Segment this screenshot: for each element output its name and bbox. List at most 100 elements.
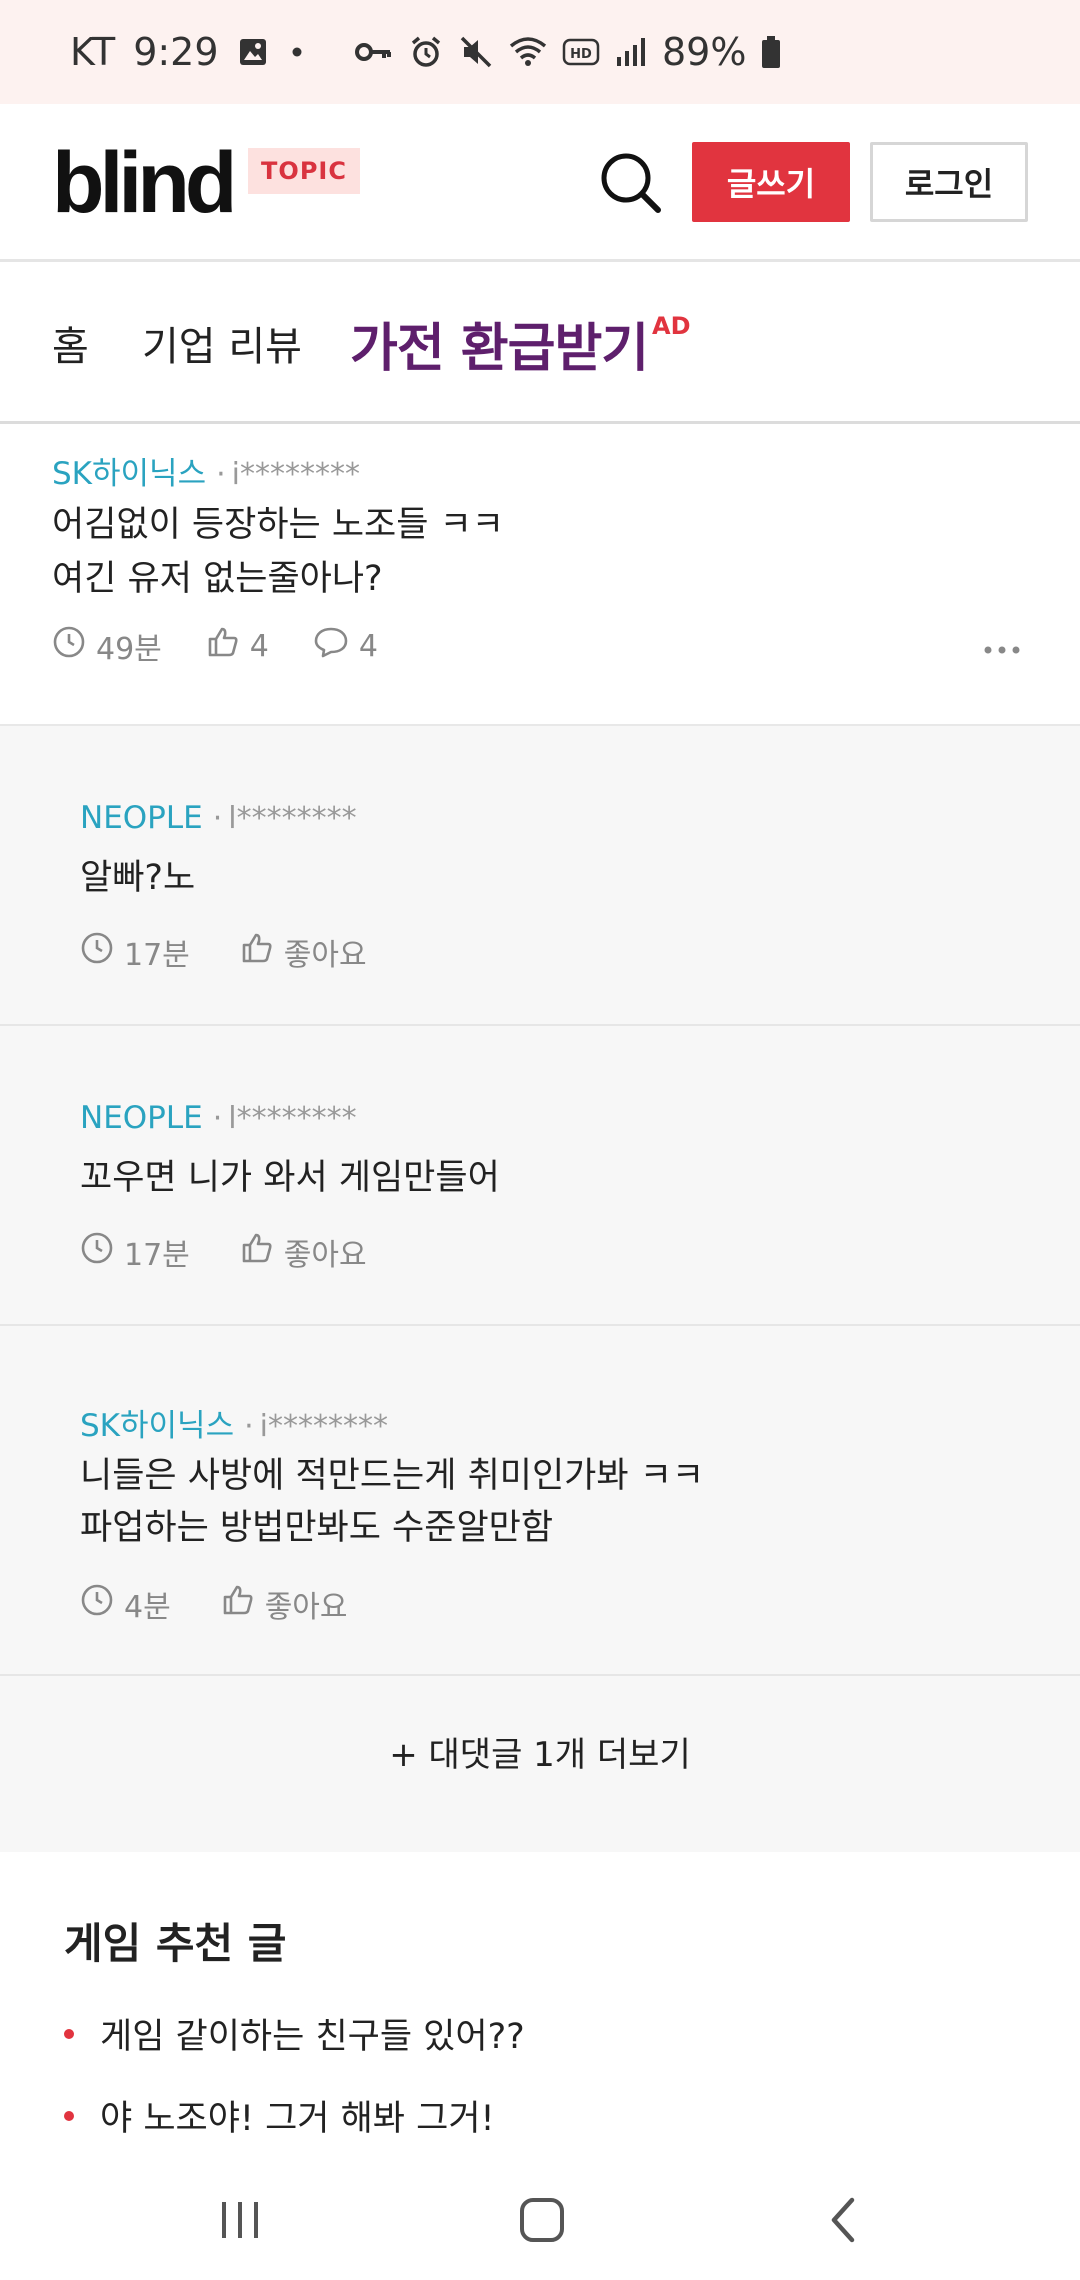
user-id: l********	[228, 1101, 357, 1136]
comment-item: NEOPLE · l******** 꼬우면 니가 와서 게임만들어 17분 좋…	[0, 1026, 1080, 1326]
topic-badge: TOPIC	[248, 148, 360, 194]
back-icon[interactable]	[812, 2188, 876, 2252]
more-replies-button[interactable]: + 대댓글 1개 더보기	[0, 1676, 1080, 1826]
recommended-link[interactable]: 야 노조야! 그거 해봐 그거!	[100, 2090, 495, 2141]
comment-time: 4분	[124, 1590, 171, 1625]
post-stats: 49분 4 4	[52, 624, 422, 668]
bullet-dot	[64, 2110, 74, 2121]
comment-body: 니들은 사방에 적만드는게 취미인가봐 ㅋㅋ 파업하는 방법만봐도 수준알만함	[80, 1450, 704, 1554]
svg-text:HD: HD	[570, 47, 592, 62]
write-button[interactable]: 글쓰기	[692, 142, 850, 222]
comment-stats: 17분 좋아요	[80, 930, 417, 974]
battery-percent: 89%	[662, 30, 747, 74]
comment-meta: NEOPLE · l********	[80, 1100, 357, 1136]
post-meta: SK하이닉스 · i********	[52, 448, 360, 493]
comment-count: 4	[358, 628, 378, 664]
bullet-dot	[64, 2028, 74, 2039]
like-label[interactable]: 좋아요	[284, 1230, 367, 1274]
blind-logo[interactable]: blind	[52, 140, 237, 226]
comment-body: 알빠?노	[80, 852, 195, 904]
clock-icon	[80, 931, 114, 973]
meta-separator: ·	[244, 1409, 254, 1444]
user-id: l********	[228, 801, 357, 836]
system-nav-bar	[0, 2160, 1080, 2280]
more-options-icon[interactable]	[982, 642, 1022, 658]
thumbs-up-icon[interactable]	[240, 931, 274, 973]
post-card[interactable]: SK하이닉스 · i******** 어김없이 등장하는 노조들 ㅋㅋ 여긴 유…	[0, 424, 1080, 726]
ad-tag: AD	[652, 312, 691, 340]
comment-time: 17분	[124, 938, 190, 973]
like-button[interactable]: 좋아요	[221, 1582, 348, 1626]
comment-stats: 17분 좋아요	[80, 1230, 417, 1274]
recommended-item[interactable]: 야 노조야! 그거 해봐 그거!	[64, 2090, 495, 2141]
recommended-item[interactable]: 게임 같이하는 친구들 있어??	[64, 2008, 525, 2059]
meta-separator: ·	[216, 457, 226, 492]
comment-line: 파업하는 방법만봐도 수준알만함	[80, 1508, 554, 1548]
wifi-icon	[508, 34, 548, 70]
comment-line: 알빠?노	[80, 858, 196, 898]
mute-icon	[458, 34, 494, 70]
recommended-title: 게임 추천 글	[64, 1919, 287, 1968]
recommended-link[interactable]: 게임 같이하는 친구들 있어??	[100, 2008, 525, 2059]
nav-home[interactable]: 홈	[52, 314, 89, 372]
company-name[interactable]: NEOPLE	[80, 800, 203, 836]
meta-separator: ·	[212, 801, 223, 836]
like-label[interactable]: 좋아요	[265, 1582, 348, 1626]
meta-separator: ·	[212, 1101, 223, 1136]
time-stat: 17분	[80, 930, 190, 974]
like-stat[interactable]: 4	[206, 625, 269, 667]
comment-item: SK하이닉스 · i******** 니들은 사방에 적만드는게 취미인가봐 ㅋ…	[0, 1326, 1080, 1676]
clock-icon	[80, 1231, 114, 1273]
comment-body: 꼬우면 니가 와서 게임만들어	[80, 1152, 500, 1204]
recommended-section: 게임 추천 글 게임 같이하는 친구들 있어?? 야 노조야! 그거 해봐 그거…	[0, 1852, 1080, 2152]
user-id: i********	[259, 1409, 388, 1444]
thumbs-up-icon[interactable]	[206, 625, 240, 667]
carrier-label: KT	[70, 30, 116, 74]
vpn-key-icon	[354, 36, 394, 68]
like-button[interactable]: 좋아요	[240, 930, 367, 974]
home-icon[interactable]	[510, 2188, 574, 2252]
like-button[interactable]: 좋아요	[240, 1230, 367, 1274]
company-name[interactable]: SK하이닉스	[52, 448, 206, 493]
post-body: 어김없이 등장하는 노조들 ㅋㅋ 여긴 유저 없는줄아나?	[52, 498, 504, 606]
nav-company-review[interactable]: 기업 리뷰	[142, 314, 302, 372]
nav-ad-link[interactable]: 가전 환급받기	[350, 306, 649, 381]
post-line: 어김없이 등장하는 노조들 ㅋㅋ	[52, 505, 504, 545]
alarm-icon	[408, 34, 444, 70]
clock: 9:29	[133, 30, 219, 74]
thumbs-up-icon[interactable]	[240, 1231, 274, 1273]
clock-icon	[80, 1583, 114, 1625]
like-label[interactable]: 좋아요	[284, 930, 367, 974]
hd-icon: HD	[562, 37, 600, 67]
post-time: 49분	[96, 632, 162, 667]
battery-icon	[760, 34, 782, 70]
time-stat: 49분	[52, 624, 162, 668]
search-icon[interactable]	[596, 148, 664, 216]
comment-line: 니들은 사방에 적만드는게 취미인가봐 ㅋㅋ	[80, 1456, 705, 1496]
main-nav: 홈 기업 리뷰 가전 환급받기 AD	[0, 262, 1080, 424]
like-count: 4	[249, 628, 269, 664]
comment-stat[interactable]: 4	[313, 625, 378, 667]
company-name[interactable]: NEOPLE	[80, 1100, 203, 1136]
comment-section: NEOPLE · l******** 알빠?노 17분 좋아요 NEOPLE ·…	[0, 726, 1080, 1852]
image-icon	[237, 36, 269, 68]
comment-stats: 4분 좋아요	[80, 1582, 398, 1626]
comment-item: NEOPLE · l******** 알빠?노 17분 좋아요	[0, 726, 1080, 1026]
clock-icon	[52, 625, 86, 667]
comment-meta: NEOPLE · l********	[80, 800, 357, 836]
recent-apps-icon[interactable]	[208, 2188, 272, 2252]
comment-icon[interactable]	[313, 625, 349, 667]
comment-line: 꼬우면 니가 와서 게임만들어	[80, 1158, 500, 1198]
signal-icon	[614, 35, 648, 69]
user-id: i********	[231, 457, 360, 492]
app-header: blind TOPIC 글쓰기 로그인	[0, 104, 1080, 262]
login-button[interactable]: 로그인	[870, 142, 1028, 222]
time-stat: 17분	[80, 1230, 190, 1274]
time-stat: 4분	[80, 1582, 171, 1626]
comment-meta: SK하이닉스 · i********	[80, 1400, 388, 1445]
dot-icon	[287, 42, 307, 62]
thumbs-up-icon[interactable]	[221, 1583, 255, 1625]
status-bar: KT 9:29 HD 89%	[0, 0, 1080, 104]
post-line: 여긴 유저 없는줄아나?	[52, 559, 383, 599]
company-name[interactable]: SK하이닉스	[80, 1400, 234, 1445]
